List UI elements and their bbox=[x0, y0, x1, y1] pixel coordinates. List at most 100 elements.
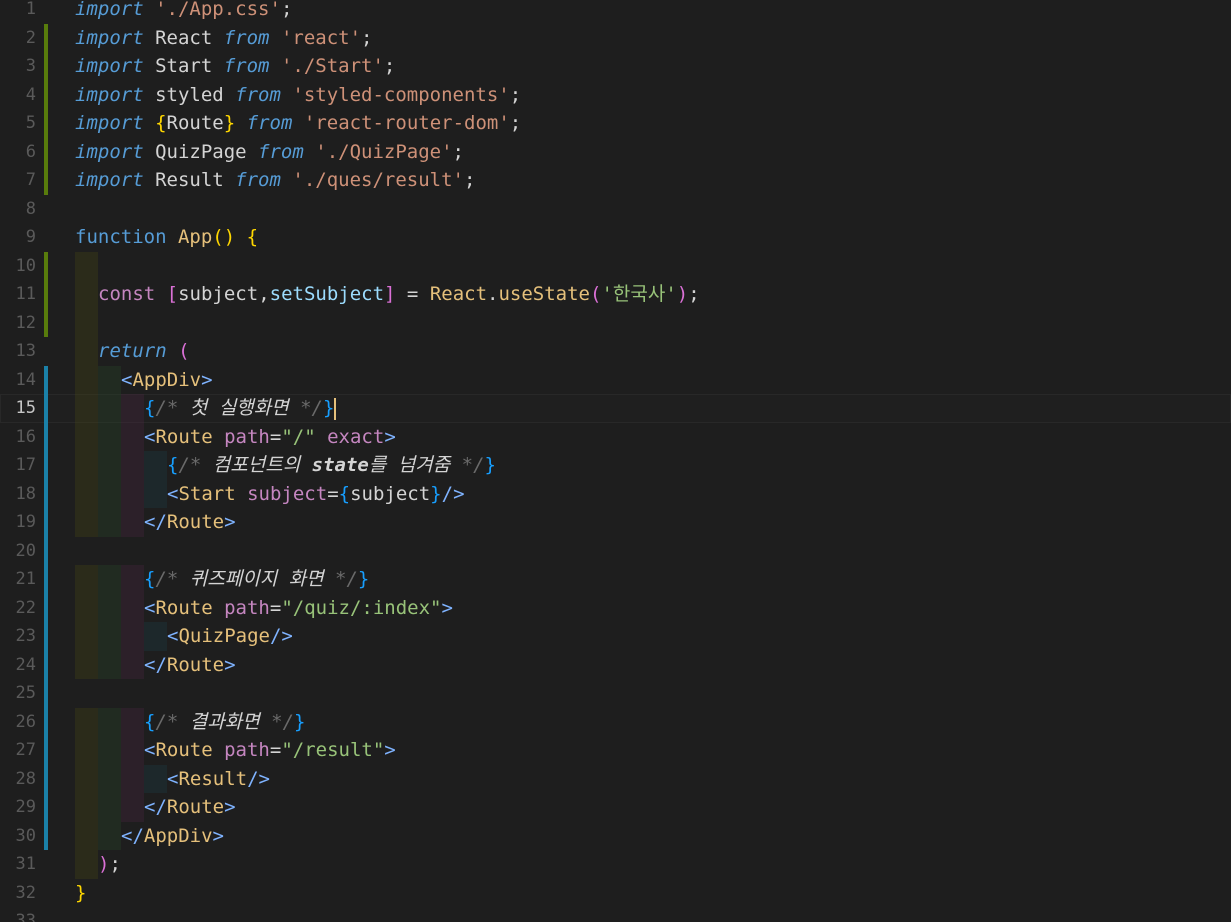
code-token: . bbox=[487, 283, 499, 305]
git-added-marker[interactable] bbox=[44, 280, 48, 309]
code-line[interactable]: 29 </Route> bbox=[0, 793, 1231, 822]
code-line[interactable]: 6 import QuizPage from './QuizPage'; bbox=[0, 137, 1231, 167]
code-line[interactable]: 22 <Route path="/quiz/:index"> bbox=[0, 593, 1231, 622]
indent-guide bbox=[75, 251, 98, 280]
git-modified-marker[interactable] bbox=[44, 394, 48, 423]
git-modified-marker[interactable] bbox=[44, 622, 48, 651]
line-number: 22 bbox=[15, 597, 36, 618]
code-line[interactable]: 17 {/* 컴포넌트의 state를 넘겨줌 */} bbox=[0, 451, 1231, 480]
code-token: Result bbox=[143, 169, 236, 191]
code-line[interactable]: 1 import './App.css'; bbox=[0, 0, 1231, 24]
git-modified-marker[interactable] bbox=[44, 593, 48, 622]
code-token: */ bbox=[450, 454, 485, 476]
line-number: 15 bbox=[15, 398, 36, 418]
code-token: import bbox=[75, 169, 144, 191]
git-added-marker[interactable] bbox=[44, 251, 48, 280]
code-editor[interactable]: 1 import './App.css'; 2 import React from '… bbox=[0, 0, 1231, 922]
code-token: React bbox=[429, 283, 488, 305]
code-line[interactable]: 21 {/* 퀴즈페이지 화면 */} bbox=[0, 565, 1231, 594]
indent-guide bbox=[121, 565, 144, 594]
code-line[interactable]: 4 import styled from 'styled-components'; bbox=[0, 80, 1231, 109]
code-line[interactable]: 23 <QuizPage/> bbox=[0, 622, 1231, 651]
indent-guide bbox=[98, 793, 121, 822]
code-line[interactable]: 16 <Route path="/" exact> bbox=[0, 422, 1231, 451]
git-added-marker[interactable] bbox=[44, 308, 48, 337]
line-number: 13 bbox=[15, 341, 36, 361]
git-modified-marker[interactable] bbox=[44, 565, 48, 594]
code-line[interactable]: 3 import Start from './Start'; bbox=[0, 52, 1231, 81]
code-line[interactable]: 8 bbox=[0, 195, 1231, 224]
git-modified-marker[interactable] bbox=[44, 650, 48, 679]
code-line[interactable]: 12 bbox=[0, 308, 1231, 337]
code-line[interactable]: 33 bbox=[0, 907, 1231, 922]
indent-guide bbox=[121, 479, 144, 508]
code-token: < bbox=[144, 739, 156, 761]
git-added-marker[interactable] bbox=[44, 52, 48, 81]
git-modified-marker[interactable] bbox=[44, 707, 48, 736]
code-line[interactable]: 26 {/* 결과화면 */} bbox=[0, 707, 1231, 736]
indent-guide bbox=[98, 365, 121, 394]
git-modified-marker[interactable] bbox=[44, 451, 48, 480]
code-line[interactable]: 32} bbox=[0, 879, 1231, 908]
code-token: < bbox=[144, 425, 156, 448]
code-token: /> bbox=[247, 767, 270, 790]
code-line[interactable]: 5 import {Route} from 'react-router-dom'; bbox=[0, 109, 1231, 138]
line-number: 16 bbox=[15, 426, 36, 447]
git-modified-marker[interactable] bbox=[44, 764, 48, 793]
code-line[interactable]: 30 </AppDiv> bbox=[0, 821, 1231, 850]
code-line[interactable]: 10 bbox=[0, 251, 1231, 280]
code-line[interactable]: 27 <Route path="/result"> bbox=[0, 736, 1231, 765]
code-line[interactable]: 15 {/* 첫 실행화면 */} bbox=[0, 394, 1231, 423]
git-modified-marker[interactable] bbox=[44, 422, 48, 451]
indent-guide bbox=[98, 764, 121, 793]
code-token: < bbox=[167, 482, 179, 505]
code-line[interactable]: 14 <AppDiv> bbox=[0, 365, 1231, 394]
git-modified-marker[interactable] bbox=[44, 365, 48, 394]
git-modified-marker[interactable] bbox=[44, 793, 48, 822]
code-token: { bbox=[167, 454, 179, 476]
git-added-marker[interactable] bbox=[44, 137, 48, 166]
code-token: './App.css' bbox=[155, 0, 281, 20]
code-line[interactable]: 11 const [subject,setSubject] = React.use… bbox=[0, 280, 1231, 309]
indent-guide bbox=[75, 308, 98, 337]
line-number: 24 bbox=[15, 654, 36, 675]
indent-guide bbox=[98, 508, 121, 537]
git-added-marker[interactable] bbox=[44, 109, 48, 138]
code-token: React bbox=[143, 26, 224, 49]
code-line[interactable]: 2 import React from 'react'; bbox=[0, 23, 1231, 52]
code-line[interactable]: 13 return ( bbox=[0, 337, 1231, 366]
git-added-marker[interactable] bbox=[44, 80, 48, 109]
code-token: import bbox=[75, 112, 144, 134]
git-modified-marker[interactable] bbox=[44, 821, 48, 850]
indent-guide bbox=[75, 337, 98, 366]
code-line[interactable]: 28 <Result/> bbox=[0, 764, 1231, 793]
code-token: path bbox=[224, 425, 270, 448]
code-token: */ bbox=[259, 710, 295, 733]
code-line[interactable]: 20 bbox=[0, 536, 1231, 565]
git-modified-marker[interactable] bbox=[44, 479, 48, 508]
code-token: ] bbox=[384, 283, 396, 305]
code-content: import QuizPage from './QuizPage'; bbox=[75, 138, 464, 167]
code-line[interactable]: 25 bbox=[0, 679, 1231, 708]
code-line[interactable]: 7 import Result from './ques/result'; bbox=[0, 166, 1231, 195]
git-modified-marker[interactable] bbox=[44, 736, 48, 765]
code-token: setSubject bbox=[269, 283, 385, 305]
code-line[interactable]: 19 </Route> bbox=[0, 508, 1231, 537]
line-number: 11 bbox=[15, 284, 36, 304]
line-number: 25 bbox=[15, 683, 36, 703]
git-modified-marker[interactable] bbox=[44, 679, 48, 708]
code-token: < bbox=[167, 767, 179, 790]
code-token: from bbox=[258, 140, 304, 163]
git-modified-marker[interactable] bbox=[44, 508, 48, 537]
code-token: } bbox=[294, 710, 306, 733]
code-line[interactable]: 24 </Route> bbox=[0, 650, 1231, 679]
code-line[interactable]: 31); bbox=[0, 850, 1231, 879]
git-added-marker[interactable] bbox=[44, 166, 48, 195]
indent-guide bbox=[144, 622, 167, 651]
git-added-marker[interactable] bbox=[44, 23, 48, 52]
code-line[interactable]: 9 function App() { bbox=[0, 223, 1231, 252]
code-line[interactable]: 18 <Start subject={subject}/> bbox=[0, 479, 1231, 508]
git-modified-marker[interactable] bbox=[44, 536, 48, 565]
code-token: ( bbox=[589, 283, 602, 305]
